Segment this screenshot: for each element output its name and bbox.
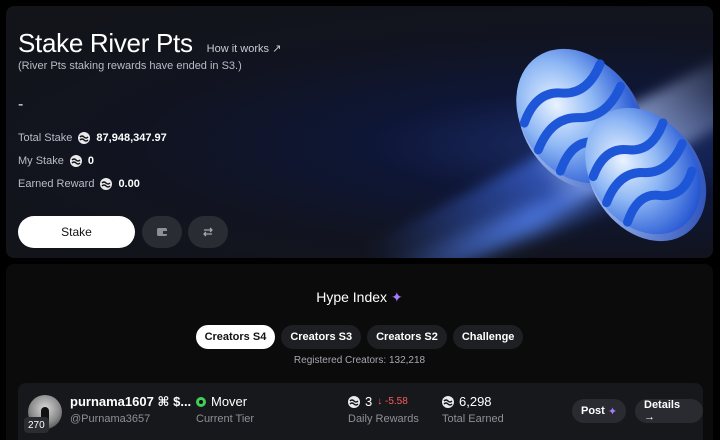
daily-rewards-delta: ↓ -5.58 xyxy=(377,396,408,407)
river-coin-icon xyxy=(69,155,82,167)
sparkle-icon: ✦ xyxy=(391,289,403,305)
earned-reward-label: Earned Reward xyxy=(18,178,95,190)
rank-badge: 270 xyxy=(24,417,49,433)
creator-handle: @Purnama3657 xyxy=(70,413,151,425)
daily-rewards-number: 3 xyxy=(365,394,373,409)
creator-row[interactable]: 270 purnama1607 ⌘ $... @Purnama3657 Move… xyxy=(18,383,703,440)
tab-creators-s3[interactable]: Creators S3 xyxy=(281,325,362,349)
post-button-label: Post xyxy=(581,405,605,417)
earned-reward-value: 0.00 xyxy=(118,178,140,190)
stake-button[interactable]: Stake xyxy=(18,216,135,248)
river-coin-icon xyxy=(348,395,360,408)
my-stake-label: My Stake xyxy=(18,155,64,167)
river-coin-icon xyxy=(442,395,454,408)
title-row: Stake River Pts How it works ↗ xyxy=(18,28,281,59)
wallet-button[interactable] xyxy=(142,216,182,248)
total-earned-number: 6,298 xyxy=(459,394,492,409)
daily-rewards-value: 3 ↓ -5.58 xyxy=(348,394,408,409)
swap-button[interactable] xyxy=(188,216,228,248)
tab-creators-s2[interactable]: Creators S2 xyxy=(367,325,447,349)
total-stake-label: Total Stake xyxy=(18,132,73,144)
page-title: Stake River Pts xyxy=(18,28,193,58)
staking-ended-note: (River Pts staking rewards have ended in… xyxy=(18,60,242,72)
tab-creators-s4[interactable]: Creators S4 xyxy=(195,325,276,349)
post-button[interactable]: Post ✦ xyxy=(572,399,627,423)
page: Stake River Pts How it works ↗ (River Pt… xyxy=(0,0,720,440)
tier-label: Current Tier xyxy=(196,413,255,425)
total-stake-value: 87,948,347.97 xyxy=(96,132,167,144)
registered-creators-count: Registered Creators: 132,218 xyxy=(293,355,426,366)
river-coins-illustration xyxy=(516,48,707,242)
stake-card: Stake River Pts How it works ↗ (River Pt… xyxy=(6,6,713,258)
details-button[interactable]: Details → xyxy=(635,399,703,423)
tab-challenge[interactable]: Challenge xyxy=(452,325,524,349)
daily-rewards-label: Daily Rewards xyxy=(348,413,419,425)
wallet-icon xyxy=(157,228,167,236)
hype-index-section: Hype Index ✦ Creators S4 Creators S3 Crea… xyxy=(6,264,713,440)
my-stake-value: 0 xyxy=(87,155,94,167)
hype-index-title: Hype Index xyxy=(316,289,388,305)
creator-username[interactable]: purnama1607 ⌘ $... xyxy=(70,394,191,410)
season-tabs: Creators S4 Creators S3 Creators S2 Chal… xyxy=(6,325,713,349)
river-coin-icon xyxy=(100,178,113,190)
total-earned-label: Total Earned xyxy=(442,413,504,425)
placeholder-dash: - xyxy=(18,96,24,113)
total-stake-stat: Total Stake 87,948,347.97 xyxy=(18,132,167,144)
river-coin-icon xyxy=(78,132,91,144)
my-stake-stat: My Stake 0 xyxy=(18,155,94,167)
hype-index-heading: Hype Index ✦ xyxy=(6,289,713,306)
swap-icon xyxy=(203,227,213,237)
earned-reward-stat: Earned Reward 0.00 xyxy=(18,178,140,190)
tier-value: Mover xyxy=(196,394,247,409)
sparkle-icon: ✦ xyxy=(607,405,618,418)
total-earned-value: 6,298 xyxy=(442,394,492,409)
tier-name: Mover xyxy=(211,394,248,409)
tier-badge-icon xyxy=(196,396,206,407)
how-it-works-link[interactable]: How it works ↗ xyxy=(207,42,282,55)
